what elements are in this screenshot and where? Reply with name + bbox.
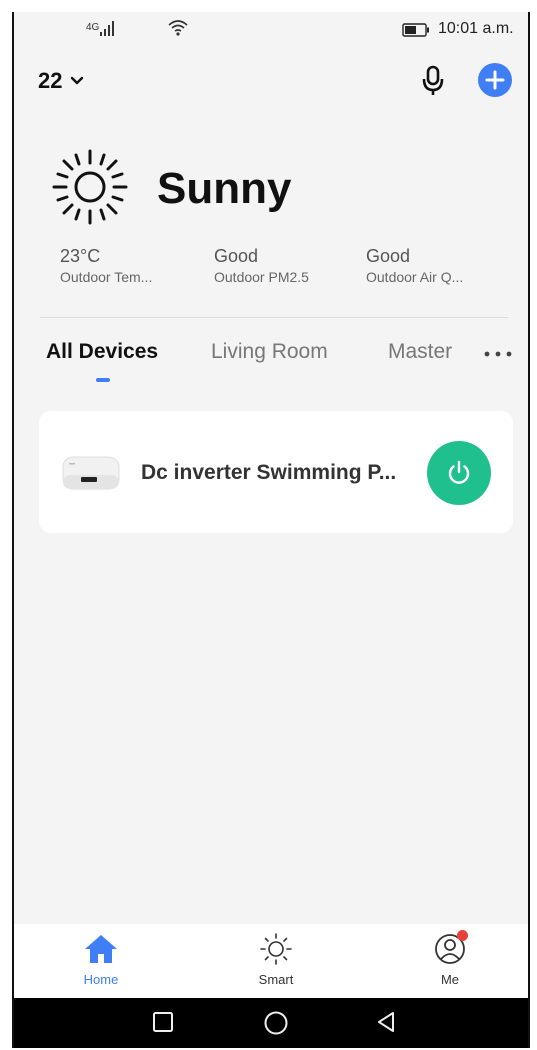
system-navigation-bar: [14, 998, 528, 1048]
sun-icon: [52, 149, 128, 225]
device-card[interactable]: Dc inverter Swimming P...: [39, 411, 513, 533]
tab-all-devices[interactable]: All Devices: [46, 340, 158, 364]
power-icon: [448, 460, 470, 484]
tab-master[interactable]: Master: [388, 340, 452, 364]
back-icon[interactable]: [374, 1010, 398, 1034]
divider: [40, 317, 508, 318]
home-circle-icon[interactable]: [263, 1010, 289, 1036]
phone-screen: 4G 10:01 a.m. 22 Sunny 23°C Outdoor Tem.…: [12, 12, 530, 1048]
nav-smart[interactable]: Smart: [236, 932, 316, 987]
add-device-button[interactable]: [478, 63, 512, 97]
metric-value: Good: [214, 246, 259, 266]
bottom-navigation: Home Smart Me: [14, 924, 528, 998]
battery-icon: [402, 23, 429, 37]
status-bar: 4G 10:01 a.m.: [14, 12, 528, 52]
smart-sun-icon: [260, 933, 292, 965]
home-selector[interactable]: 22: [38, 68, 84, 94]
recent-apps-icon[interactable]: [151, 1010, 175, 1034]
nav-label: Me: [440, 972, 460, 987]
metric-value: 23°C: [60, 246, 101, 266]
metric-air-quality: Good Outdoor Air Q...: [366, 246, 506, 285]
nav-label: Home: [83, 972, 119, 987]
add-icon: [485, 70, 505, 90]
weather-condition: Sunny: [157, 164, 292, 213]
tab-living-room[interactable]: Living Room: [211, 340, 328, 364]
metric-pm25: Good Outdoor PM2.5: [214, 246, 354, 285]
room-tabs: All Devices Living Room Master: [14, 340, 528, 390]
power-toggle-button[interactable]: [427, 441, 491, 505]
nav-me[interactable]: Me: [410, 930, 490, 987]
home-name: 22: [38, 68, 63, 93]
home-icon: [85, 935, 117, 963]
clock: 10:01 a.m.: [438, 20, 514, 37]
wifi-icon: [168, 20, 188, 36]
nav-label: Smart: [258, 972, 294, 987]
metric-label: Outdoor Air Q...: [366, 269, 464, 285]
signal-icon: [100, 21, 114, 36]
metric-label: Outdoor Tem...: [60, 269, 153, 285]
nav-home[interactable]: Home: [61, 932, 141, 987]
device-name: Dc inverter Swimming P...: [141, 461, 397, 484]
microphone-icon[interactable]: [418, 64, 448, 98]
more-dots-icon[interactable]: [483, 346, 513, 362]
tab-indicator: [96, 378, 110, 382]
metric-label: Outdoor PM2.5: [214, 269, 309, 285]
chevron-down-icon: [71, 76, 84, 85]
metric-value: Good: [366, 246, 411, 266]
metric-temperature: 23°C Outdoor Tem...: [60, 246, 200, 285]
notification-badge: [457, 930, 468, 941]
water-heater-icon: [62, 456, 120, 490]
